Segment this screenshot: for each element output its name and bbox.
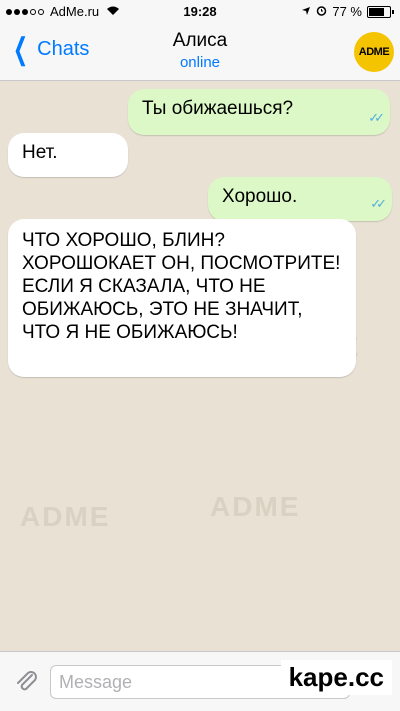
watermark: ADME — [210, 491, 301, 522]
avatar[interactable]: ADME — [354, 32, 394, 72]
battery-icon — [367, 5, 391, 18]
credit-label: kape.cc — [280, 660, 392, 695]
message-bubble-outgoing[interactable]: Хорошо. ✓✓ — [208, 177, 392, 221]
contact-name: Алиса — [172, 30, 228, 51]
contact-status: online — [179, 54, 221, 71]
message-bubble-incoming[interactable]: Нет. — [8, 133, 128, 177]
attach-icon[interactable] — [12, 667, 40, 695]
read-receipt-icon: ✓✓ — [368, 110, 385, 125]
status-bar: AdMe.ru 19:28 77 % — [0, 0, 400, 22]
message-text: Хорошо. — [222, 186, 298, 207]
message-text: Нет. — [22, 142, 58, 163]
watermark: ADME — [20, 501, 111, 532]
message-bubble-outgoing[interactable]: Ты обижаешься? ✓✓ — [128, 89, 390, 135]
message-text: Ты обижаешься? — [142, 98, 294, 119]
contact-title[interactable]: Алиса online — [0, 30, 400, 71]
message-text: ЧТО ХОРОШО, БЛИН? ХОРОШОКАЕТ ОН, ПОСМОТР… — [22, 230, 341, 343]
message-bubble-incoming[interactable]: ЧТО ХОРОШО, БЛИН? ХОРОШОКАЕТ ОН, ПОСМОТР… — [8, 219, 356, 377]
alarm-icon — [316, 4, 327, 19]
nav-bar: ❮ Chats Алиса online ADME — [0, 22, 400, 81]
battery-percent: 77 % — [332, 4, 362, 19]
location-icon — [301, 4, 311, 19]
read-receipt-icon: ✓✓ — [370, 196, 387, 211]
chat-area: ADME ADME ADME ADME Ты обижаешься? ✓✓ Не… — [0, 81, 400, 651]
